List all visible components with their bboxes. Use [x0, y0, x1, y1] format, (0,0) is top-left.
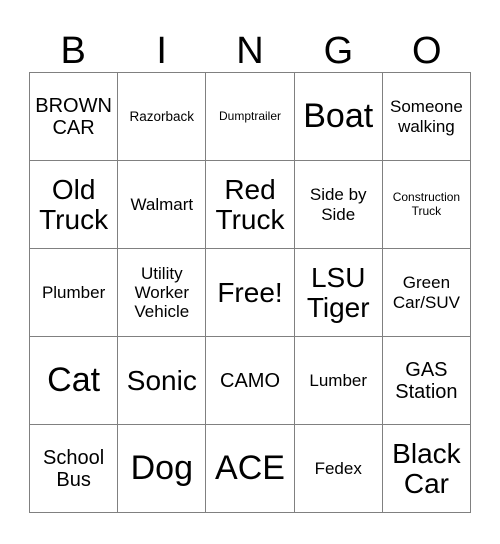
bingo-cell[interactable]: BROWN CAR: [30, 73, 119, 161]
bingo-cell-label: Black Car: [392, 437, 461, 499]
bingo-header-row: BINGO: [29, 16, 471, 72]
bingo-cell-label: Someone walking: [390, 97, 463, 136]
bingo-grid: BROWN CAR Razorback Dumptrailer Boat Someone…: [29, 72, 472, 513]
bingo-row: School Bus Dog ACE Fedex Black Car: [30, 425, 472, 513]
bingo-cell-label: Old Truck: [39, 173, 109, 235]
bingo-cell-label: Utility Worker Vehicle: [134, 263, 190, 322]
bingo-cell[interactable]: Boat: [294, 73, 383, 161]
bingo-card: B I N G O BROWN CAR Razorback Dumptrailer Boat S…: [29, 16, 472, 513]
bingo-cell-label: School Bus: [43, 446, 105, 491]
bingo-cell-label: Red Truck: [215, 173, 285, 235]
bingo-cell[interactable]: Utility Worker Vehicle: [118, 249, 207, 337]
bingo-cell-label: Free!: [217, 276, 283, 308]
bingo-cell-label: ACE: [215, 448, 285, 487]
bingo-header-letter-g: G: [323, 30, 354, 72]
bingo-cell[interactable]: GAS Station: [382, 337, 472, 425]
bingo-cell[interactable]: Black Car: [382, 425, 472, 513]
bingo-cell[interactable]: Razorback: [118, 73, 207, 161]
bingo-cell-label: GAS Station: [395, 358, 458, 403]
bingo-row: Old Truck Walmart Red Truck Side by Side Con…: [30, 161, 472, 249]
bingo-cell[interactable]: Construction Truck: [382, 161, 472, 249]
bingo-cell-label: Walmart: [130, 194, 194, 214]
bingo-cell[interactable]: ACE: [206, 425, 295, 513]
bingo-cell-label: Green Car/SUV: [392, 273, 460, 312]
bingo-cell-label: CAMO: [220, 369, 280, 392]
bingo-cell[interactable]: Someone walking: [382, 73, 472, 161]
bingo-cell[interactable]: Old Truck: [30, 161, 119, 249]
bingo-cell[interactable]: Sonic: [118, 337, 207, 425]
bingo-cell[interactable]: Plumber: [30, 249, 119, 337]
bingo-cell[interactable]: Fedex: [294, 425, 383, 513]
bingo-cell-label: Dumptrailer: [219, 108, 282, 123]
bingo-cell[interactable]: CAMO: [206, 337, 295, 425]
bingo-cell-label: Lumber: [309, 370, 368, 390]
bingo-header-letter-i: I: [156, 30, 167, 72]
bingo-cell-label: Fedex: [314, 458, 362, 478]
bingo-cell-label: LSU Tiger: [306, 261, 370, 323]
bingo-header-letter-b: B: [60, 30, 86, 72]
bingo-cell-label: Cat: [47, 360, 101, 399]
bingo-cell[interactable]: Lumber: [294, 337, 383, 425]
bingo-cell-label: Dog: [130, 448, 193, 487]
bingo-cell[interactable]: Dog: [118, 425, 207, 513]
bingo-cell-label: Plumber: [41, 282, 106, 302]
bingo-cell-label: Sonic: [126, 364, 197, 396]
bingo-cell[interactable]: Dumptrailer: [206, 73, 295, 161]
bingo-row: Plumber Utility Worker Vehicle Free! LSU Ti…: [30, 249, 472, 337]
bingo-cell-label: Construction Truck: [392, 189, 461, 218]
bingo-cell[interactable]: Cat: [30, 337, 119, 425]
bingo-row: Cat Sonic CAMO Lumber GAS Station: [30, 337, 472, 425]
bingo-row: BROWN CAR Razorback Dumptrailer Boat Someone…: [30, 73, 472, 161]
bingo-cell[interactable]: Red Truck: [206, 161, 295, 249]
bingo-cell-label: Boat: [303, 96, 374, 135]
bingo-header-letter-o: O: [412, 30, 442, 72]
bingo-cell[interactable]: LSU Tiger: [294, 249, 383, 337]
bingo-header-letter-n: N: [236, 30, 264, 72]
bingo-cell-label: BROWN CAR: [35, 94, 112, 139]
bingo-free-space[interactable]: Free!: [206, 249, 295, 337]
bingo-cell[interactable]: School Bus: [30, 425, 119, 513]
bingo-cell[interactable]: Walmart: [118, 161, 207, 249]
bingo-cell[interactable]: Side by Side: [294, 161, 383, 249]
bingo-cell[interactable]: Green Car/SUV: [382, 249, 472, 337]
bingo-cell-label: Razorback: [129, 108, 195, 124]
bingo-cell-label: Side by Side: [309, 185, 367, 224]
